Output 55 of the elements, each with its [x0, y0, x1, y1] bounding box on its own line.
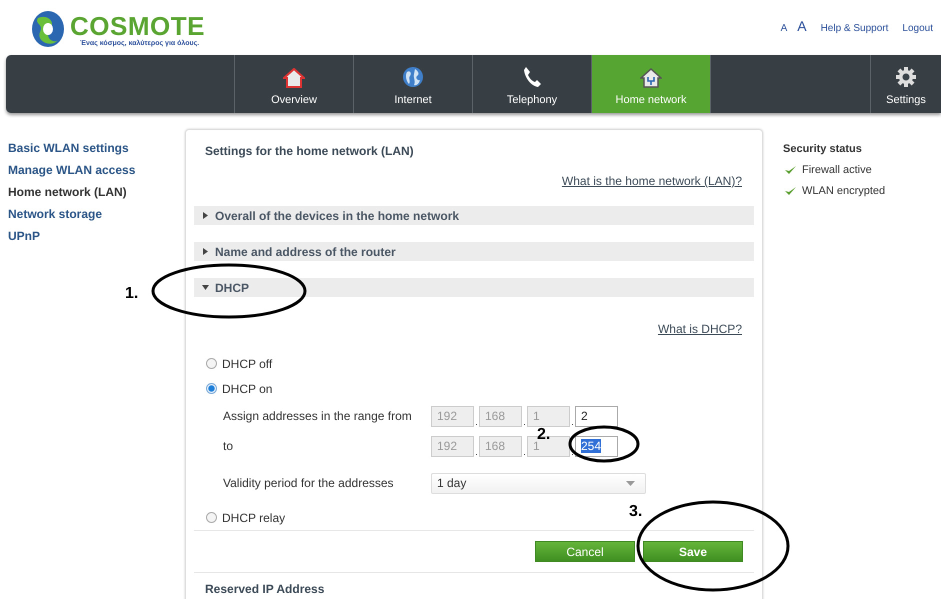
sidebar-item[interactable]: Network storage	[8, 207, 102, 221]
nav-tab[interactable]: Telephony	[472, 55, 591, 113]
section-header[interactable]: Overall of the devices in the home network	[194, 206, 754, 225]
house-icon	[283, 68, 305, 88]
field-label: Assign addresses in the range from	[223, 409, 413, 423]
dot-separator: .	[570, 446, 575, 456]
sidebar-item[interactable]: Home network (LAN)	[8, 185, 127, 199]
field-label: Validity period for the addresses	[223, 476, 395, 490]
radio-label: DHCP off	[222, 356, 272, 370]
home-network-icon	[640, 68, 662, 88]
annotation-number: 1.	[125, 285, 138, 303]
settings-icon	[895, 66, 917, 88]
security-title: Security status	[783, 143, 863, 155]
dot-separator: .	[570, 416, 575, 426]
security-item: Firewall active	[802, 164, 872, 176]
dot-separator: .	[474, 446, 479, 456]
annotation-ellipse	[568, 425, 640, 463]
radio-button[interactable]	[206, 512, 217, 523]
header-link[interactable]: Logout	[902, 23, 933, 34]
panel-title: Settings for the home network (LAN)	[204, 143, 415, 158]
annotation-number: 3.	[629, 503, 642, 521]
caret-right-icon	[202, 212, 209, 219]
nav-tab[interactable]: Internet	[353, 55, 472, 113]
brand-name: COSMOTE	[70, 12, 205, 40]
radio-button[interactable]	[206, 358, 217, 369]
security-item: WLAN encrypted	[802, 185, 886, 197]
caret-right-icon	[202, 248, 209, 255]
ip-octet-field[interactable]: 254	[575, 436, 618, 456]
phone-icon	[522, 66, 542, 88]
nav-tab[interactable]: Settings	[870, 55, 941, 113]
sidebar-item[interactable]: Manage WLAN access	[8, 163, 136, 177]
field-label: to	[223, 439, 234, 453]
globe-icon	[402, 66, 424, 88]
ip-octet-field[interactable]: 2	[575, 406, 618, 426]
nav-tab[interactable]: Overview	[234, 55, 353, 113]
section-header[interactable]: Name and address of the router	[194, 242, 754, 261]
radio-button[interactable]	[206, 383, 217, 394]
caret-down-icon	[626, 480, 635, 486]
validity-dropdown[interactable]: 1 day	[431, 472, 646, 494]
section-heading: Reserved IP Address	[204, 581, 326, 596]
font-size-small-button[interactable]: A	[780, 23, 788, 34]
logo-icon	[30, 10, 66, 48]
sidebar-item[interactable]: Basic WLAN settings	[8, 141, 129, 155]
help-link[interactable]: What is DHCP?	[658, 322, 742, 336]
caret-down-icon	[202, 284, 209, 291]
sidebar-item[interactable]: UPnP	[8, 229, 40, 243]
radio-label: DHCP relay	[222, 510, 286, 524]
dot-separator: .	[522, 446, 527, 456]
radio-label: DHCP on	[222, 382, 272, 396]
section-header[interactable]: DHCP	[194, 278, 754, 297]
dot-separator: .	[474, 416, 479, 426]
font-size-large-button[interactable]: A	[797, 18, 807, 34]
help-link[interactable]: What is the home network (LAN)?	[562, 174, 742, 188]
dot-separator: .	[522, 416, 527, 426]
header-link[interactable]: Help & Support	[820, 23, 888, 34]
